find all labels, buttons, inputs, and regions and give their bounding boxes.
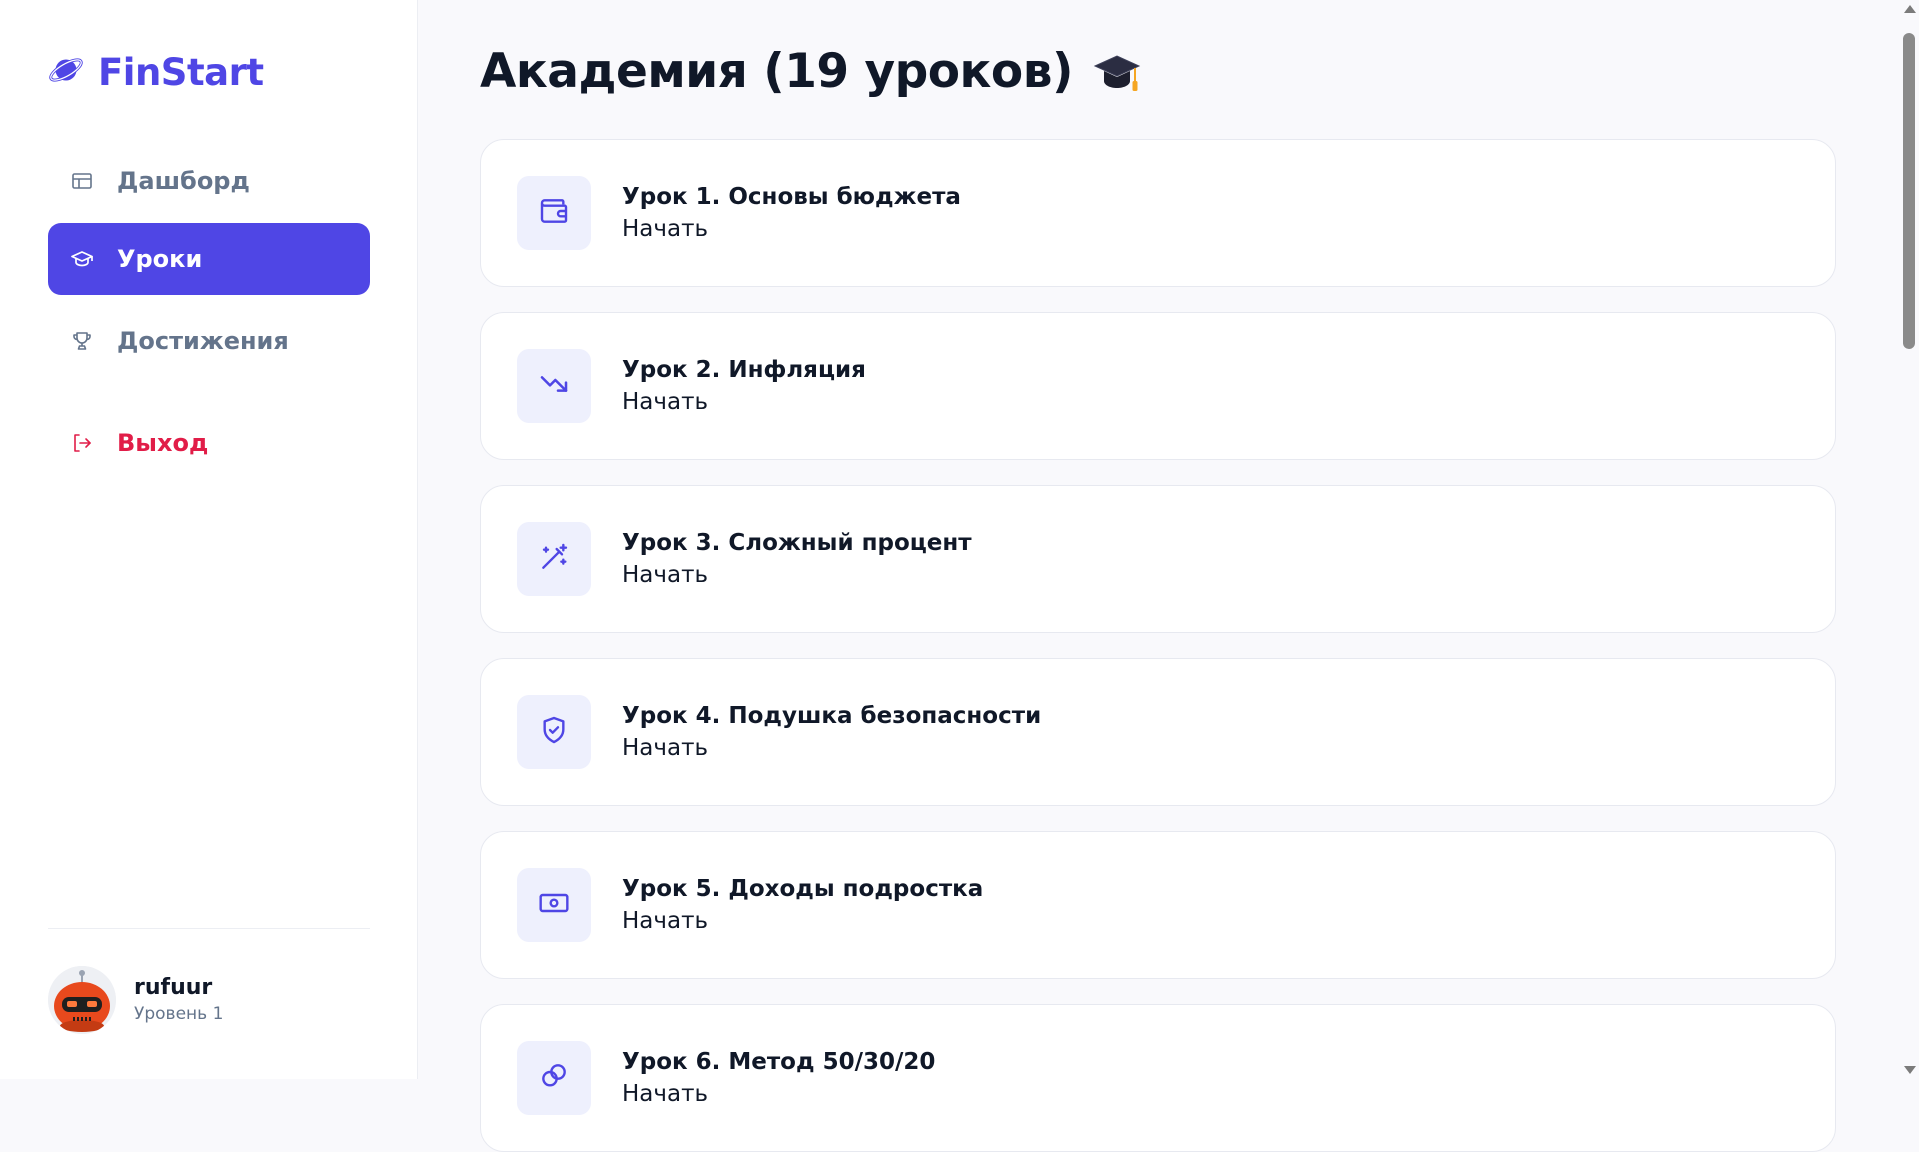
user-name: rufuur	[134, 975, 213, 1000]
lesson-title: Урок 5. Доходы подростка	[622, 876, 984, 902]
planet-icon	[48, 52, 84, 92]
sidebar-item-label: Уроки	[117, 245, 203, 273]
lesson-title: Урок 6. Метод 50/30/20	[622, 1049, 936, 1075]
brand-logo[interactable]: FinStart	[48, 50, 264, 94]
graduation-cap-icon	[69, 246, 95, 272]
lesson-title: Урок 4. Подушка безопасности	[622, 703, 1042, 729]
scroll-down-arrow-icon[interactable]	[1904, 1066, 1916, 1074]
wallet-icon	[538, 195, 570, 231]
lesson-status: Начать	[622, 216, 709, 242]
sidebar-divider	[48, 928, 370, 929]
lesson-status: Начать	[622, 908, 709, 934]
lesson-title: Урок 1. Основы бюджета	[622, 184, 961, 210]
coins-icon	[538, 1060, 570, 1096]
avatar	[48, 966, 116, 1034]
lesson-status: Начать	[622, 735, 709, 761]
lesson-title: Урок 2. Инфляция	[622, 357, 866, 383]
sidebar: FinStart Дашборд Уроки Достижения Выход	[0, 0, 418, 1079]
lesson-card[interactable]: Урок 1. Основы бюджета Начать	[480, 139, 1836, 287]
layout-icon	[69, 168, 95, 194]
user-level: Уровень 1	[134, 1004, 224, 1024]
lesson-card[interactable]: Урок 4. Подушка безопасности Начать	[480, 658, 1836, 806]
scroll-up-arrow-icon[interactable]	[1904, 5, 1916, 13]
magic-wand-icon	[538, 541, 570, 577]
robot-avatar-icon	[48, 966, 116, 1034]
graduation-cap-emoji-icon	[1091, 48, 1143, 96]
lesson-title: Урок 3. Сложный процент	[622, 530, 972, 556]
logout-button[interactable]: Выход	[48, 407, 370, 479]
lesson-status: Начать	[622, 562, 709, 588]
page-title-text: Академия (19 уроков)	[480, 44, 1073, 99]
lesson-card[interactable]: Урок 6. Метод 50/30/20 Начать	[480, 1004, 1836, 1152]
lesson-status: Начать	[622, 389, 709, 415]
page-scrollbar[interactable]	[1900, 0, 1919, 1079]
trending-down-icon	[538, 368, 570, 404]
page-title: Академия (19 уроков)	[480, 44, 1143, 99]
banknote-icon	[538, 887, 570, 923]
lesson-status: Начать	[622, 1081, 709, 1107]
brand-name: FinStart	[98, 50, 264, 94]
logout-label: Выход	[117, 429, 209, 457]
sidebar-item-dashboard[interactable]: Дашборд	[48, 145, 370, 217]
lesson-card[interactable]: Урок 3. Сложный процент Начать	[480, 485, 1836, 633]
trophy-icon	[69, 328, 95, 354]
sidebar-item-lessons[interactable]: Уроки	[48, 223, 370, 295]
sidebar-item-achievements[interactable]: Достижения	[48, 305, 370, 377]
sidebar-item-label: Достижения	[117, 327, 289, 355]
user-profile[interactable]: rufuur Уровень 1	[48, 966, 223, 1034]
sidebar-item-label: Дашборд	[117, 167, 250, 195]
main-content: Академия (19 уроков) Урок 1. Основы бюдж…	[419, 0, 1899, 1152]
logout-icon	[69, 430, 95, 456]
scrollbar-thumb[interactable]	[1903, 33, 1915, 349]
lesson-card[interactable]: Урок 2. Инфляция Начать	[480, 312, 1836, 460]
shield-check-icon	[538, 714, 570, 750]
lesson-card[interactable]: Урок 5. Доходы подростка Начать	[480, 831, 1836, 979]
